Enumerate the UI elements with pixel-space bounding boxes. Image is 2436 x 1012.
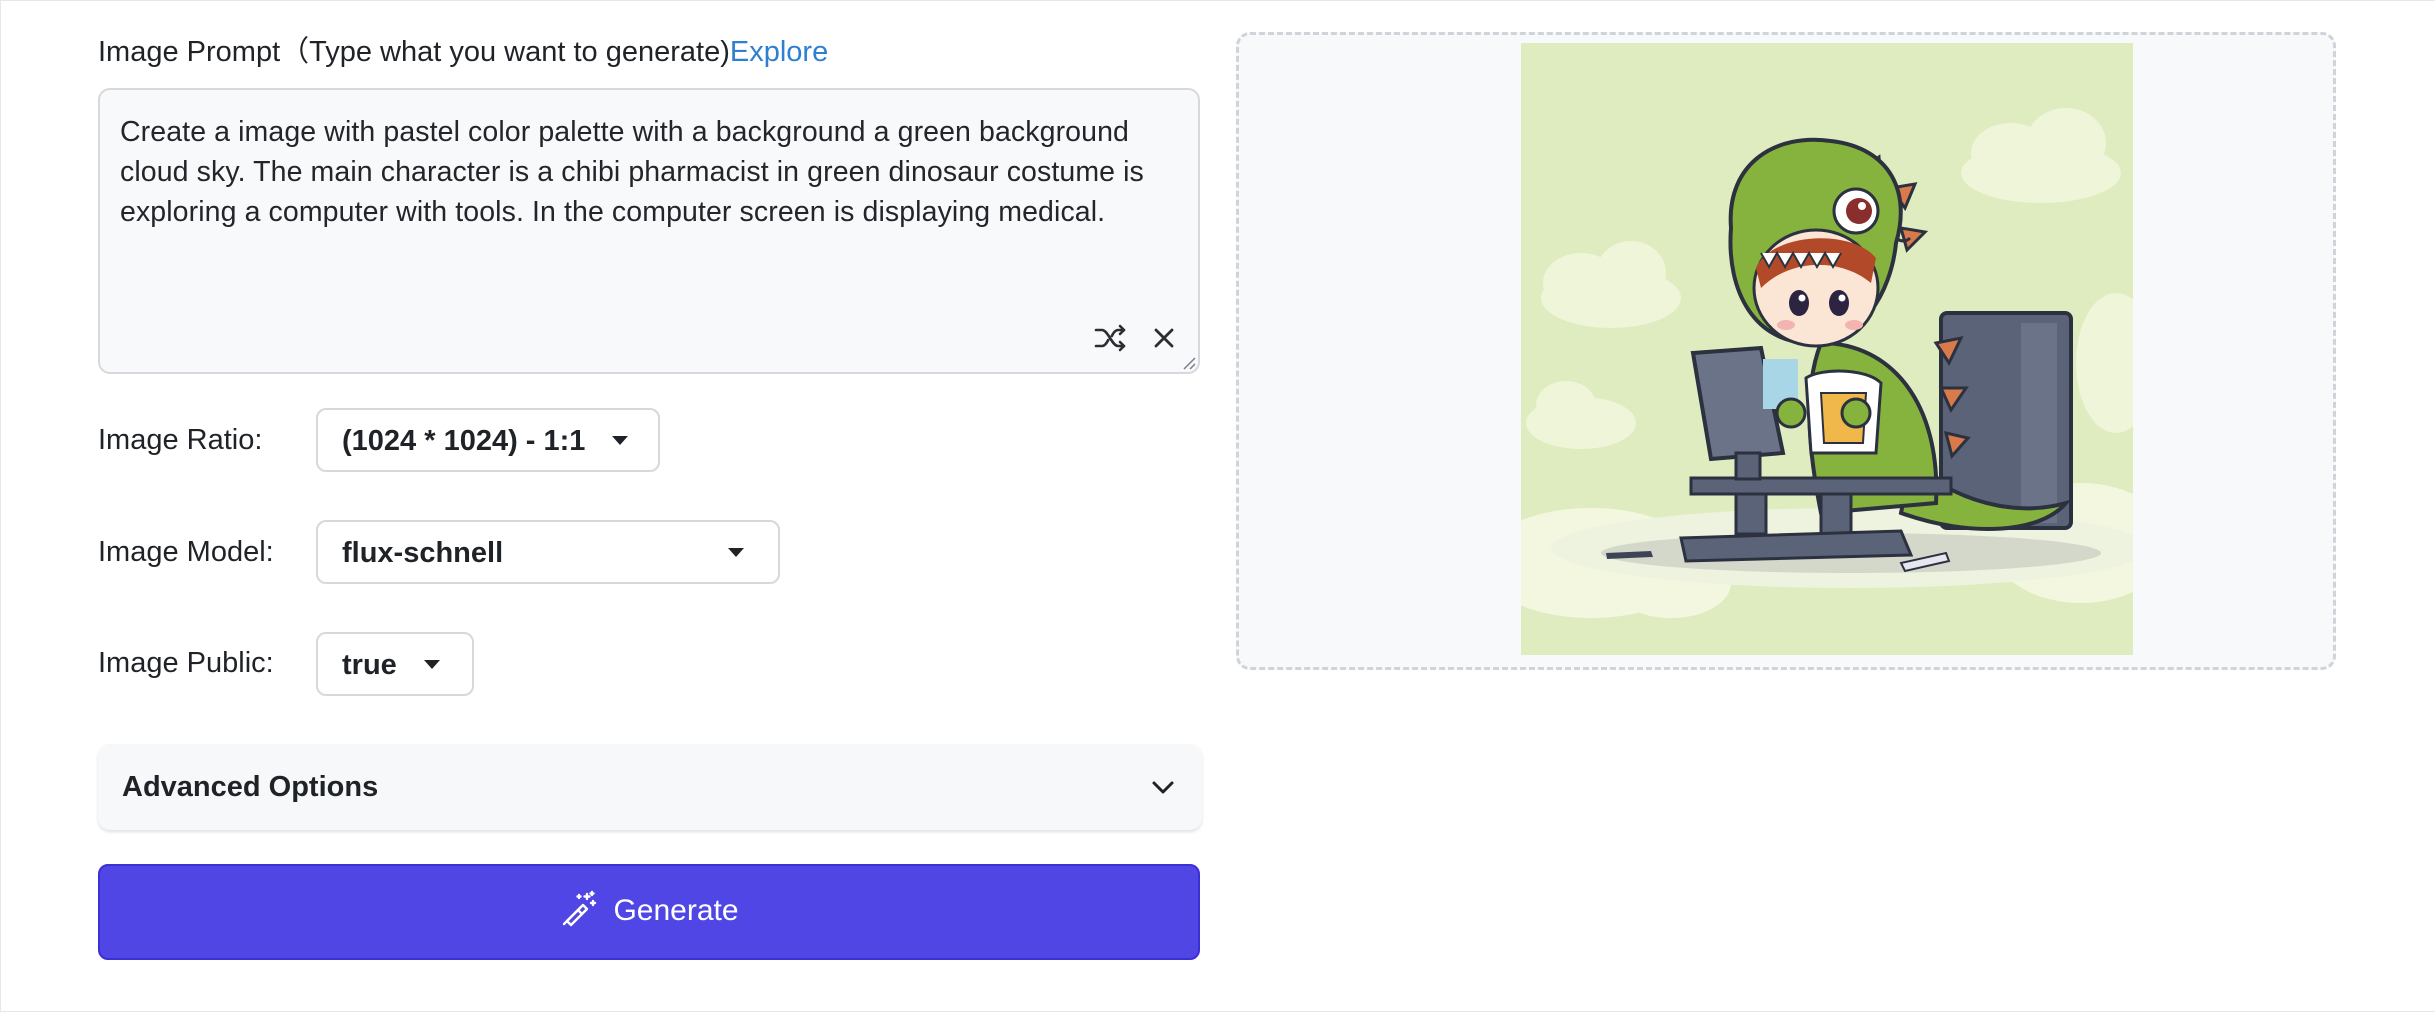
- public-value: true: [342, 649, 397, 681]
- caret-down-icon: [612, 436, 628, 445]
- generated-image[interactable]: [1521, 43, 2133, 655]
- generate-label: Generate: [613, 894, 739, 927]
- ratio-value: (1024 * 1024) - 1:1: [342, 425, 586, 457]
- chevron-down-icon: [1152, 781, 1174, 794]
- public-label: Image Public:: [98, 647, 274, 679]
- resize-handle-icon[interactable]: [1180, 354, 1196, 370]
- caret-down-icon: [728, 548, 744, 557]
- model-select[interactable]: flux-schnell: [316, 520, 780, 584]
- model-label: Image Model:: [98, 536, 274, 568]
- shuffle-icon[interactable]: [1090, 318, 1130, 358]
- public-select[interactable]: true: [316, 632, 474, 696]
- prompt-label-row: Image Prompt（Type what you want to gener…: [98, 34, 828, 70]
- prompt-textarea[interactable]: Create a image with pastel color palette…: [98, 88, 1200, 374]
- prompt-text[interactable]: Create a image with pastel color palette…: [120, 112, 1190, 232]
- prompt-label: Image Prompt（Type what you want to gener…: [98, 36, 730, 68]
- caret-down-icon: [424, 660, 440, 669]
- generate-button[interactable]: Generate: [98, 864, 1200, 960]
- magic-wand-icon: [563, 890, 597, 927]
- close-icon[interactable]: [1144, 318, 1184, 358]
- ratio-label: Image Ratio:: [98, 424, 263, 456]
- advanced-options-toggle[interactable]: Advanced Options: [98, 744, 1202, 830]
- model-value: flux-schnell: [342, 537, 504, 569]
- ratio-select[interactable]: (1024 * 1024) - 1:1: [316, 408, 660, 472]
- advanced-options-label: Advanced Options: [122, 771, 379, 803]
- explore-link[interactable]: Explore: [730, 36, 828, 68]
